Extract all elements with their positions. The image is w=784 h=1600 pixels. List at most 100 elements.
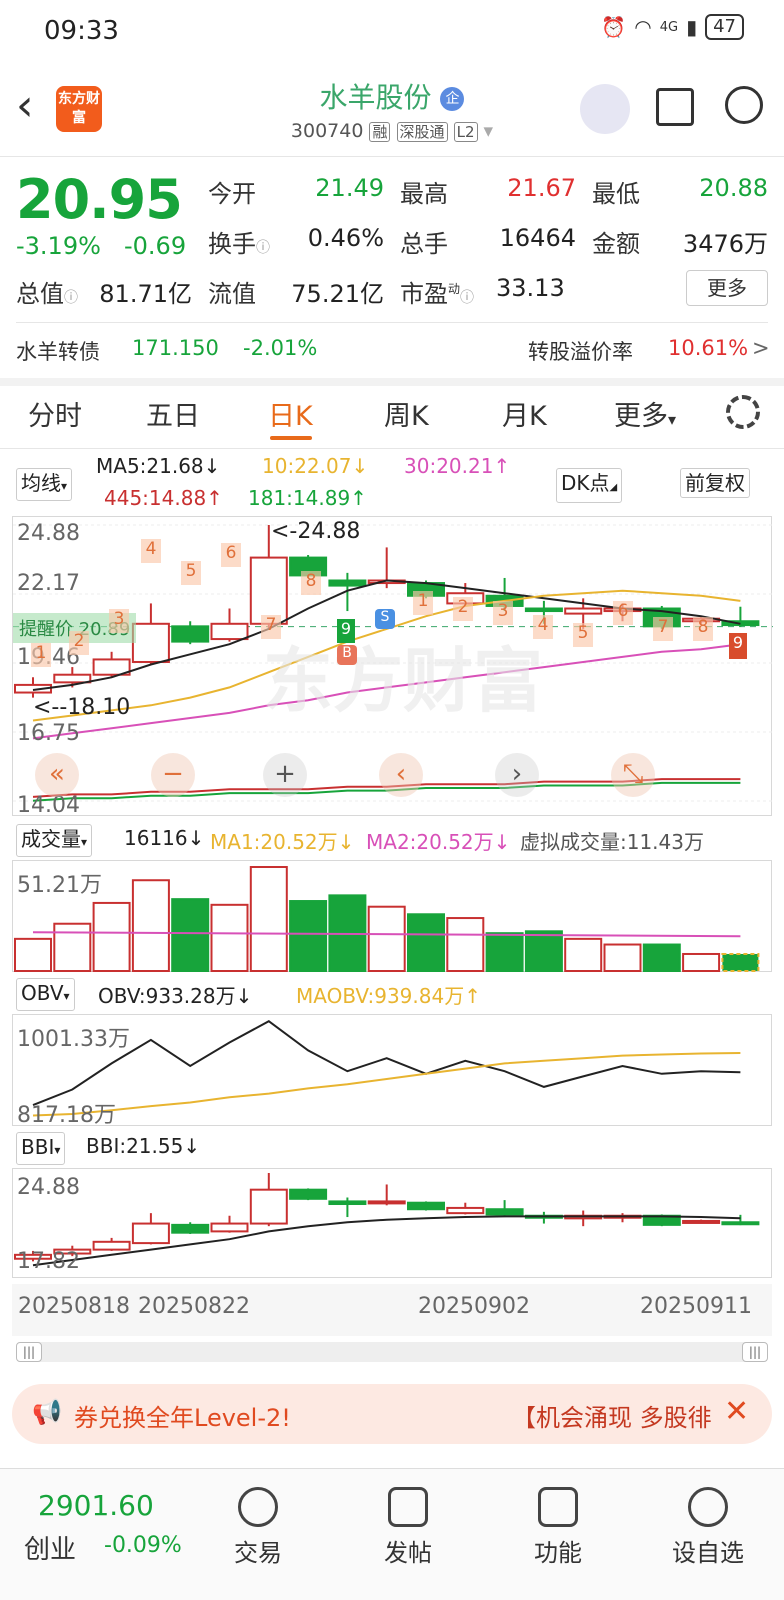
high-value: 21.67 — [507, 174, 576, 202]
close-icon[interactable]: ✕ — [724, 1394, 749, 1429]
share-icon[interactable] — [656, 88, 694, 126]
td-early-2: 2 — [69, 631, 89, 655]
bbi-candle-body — [485, 1208, 524, 1216]
tab-daily-k[interactable]: 日K — [268, 394, 313, 433]
divider — [0, 448, 784, 449]
battery-icon: 47 — [705, 14, 744, 40]
change-pct: -3.19% — [16, 232, 101, 260]
bbi-candle-body — [721, 1221, 760, 1226]
volume-bar — [446, 917, 485, 972]
bbi-candle-body — [171, 1223, 210, 1234]
index-name[interactable]: 创业 — [24, 1529, 76, 1566]
status-bar: 09:33 ⏰ ◠ 4G ▮ 47 — [0, 0, 784, 66]
more-quote-button[interactable]: 更多 — [686, 270, 768, 306]
gear-icon[interactable] — [726, 395, 760, 429]
range-handle-left[interactable]: ||| — [16, 1342, 42, 1362]
obv-value: OBV:933.28万↓ — [98, 984, 253, 1008]
volume-chart[interactable]: 51.21万 — [12, 860, 772, 973]
bbi-y-top: 24.88 — [17, 1175, 80, 1200]
active-tab-indicator — [270, 436, 312, 440]
chevron-right-icon[interactable]: › — [495, 753, 539, 797]
indicator-select-bbi[interactable]: BBI▾ — [16, 1132, 66, 1165]
index-value[interactable]: 2901.60 — [38, 1489, 154, 1522]
index-change[interactable]: -0.09% — [104, 1533, 182, 1558]
convertible-bond-row[interactable]: 水羊转债 171.150 -2.01% 转股溢价率 10.61% > — [0, 322, 784, 372]
nav-post[interactable]: 发帖 — [348, 1487, 468, 1568]
double-left-icon[interactable]: « — [35, 753, 79, 797]
tab-monthly-k[interactable]: 月K — [502, 394, 547, 433]
range-scrollbar[interactable]: ||| ||| — [16, 1342, 768, 1362]
premium-label: 转股溢价率 — [528, 340, 633, 364]
tab-more[interactable]: 更多▾ — [614, 394, 676, 433]
turnover-label: 换手ⓘ — [208, 230, 270, 258]
zoom-in-icon[interactable]: + — [263, 753, 307, 797]
nav-add-watchlist[interactable]: 设自选 — [648, 1487, 768, 1568]
enterprise-badge: 企 — [440, 87, 465, 111]
edit-icon — [388, 1487, 428, 1527]
period-tabs: 分时 五日 日K 周K 月K 更多▾ — [0, 380, 784, 448]
ma181-legend: 181:14.89↑ — [248, 486, 367, 510]
nav-functions[interactable]: 功能 — [498, 1487, 618, 1568]
open-value: 21.49 — [315, 174, 384, 202]
tab-five-day[interactable]: 五日 — [146, 394, 200, 433]
assistant-robot-icon[interactable] — [580, 84, 630, 134]
bbi-candle-body — [92, 1240, 131, 1251]
date-4: 20250911 — [640, 1294, 752, 1319]
nav-trade[interactable]: 交易 — [198, 1487, 318, 1568]
bbi-candle-body — [328, 1200, 367, 1206]
tab-weekly-k[interactable]: 周K — [384, 394, 429, 433]
bbi-candle-body — [249, 1188, 288, 1225]
tag-margin: 融 — [369, 122, 391, 142]
volume-y-label: 51.21万 — [17, 873, 102, 898]
search-icon[interactable] — [725, 86, 763, 124]
obv-chart[interactable]: 1001.33万 817.18万 — [12, 1014, 772, 1128]
ma10-legend: 10:22.07↓ — [262, 454, 369, 478]
virtual-volume: 虚拟成交量:11.43万 — [520, 830, 704, 854]
turnover-value: 0.46% — [307, 224, 384, 252]
range-handle-right[interactable]: ||| — [742, 1342, 768, 1362]
bbi-candle-body — [131, 1222, 170, 1245]
amount-value: 3476万 — [682, 230, 768, 258]
zoom-out-icon[interactable]: − — [151, 753, 195, 797]
stock-code: 300740 — [290, 120, 364, 142]
adjust-price-button[interactable]: 前复权 — [680, 468, 750, 498]
indicator-select-obv[interactable]: OBV▾ — [16, 978, 75, 1011]
signal-icon: ▮ — [686, 15, 698, 39]
volume-bar — [92, 901, 131, 972]
td-upper-2: 5 — [181, 561, 201, 585]
ma30-legend: 30:20.21↑ — [404, 454, 511, 478]
premium-value: 10.61% — [668, 336, 749, 360]
change-value: -0.69 — [124, 232, 187, 260]
tab-intraday[interactable]: 分时 — [28, 394, 82, 433]
bottom-nav: 2901.60 创业 -0.09% 交易 发帖 功能 设自选 — [0, 1468, 784, 1600]
candle-body — [328, 579, 367, 587]
indicator-select-ma[interactable]: 均线▾ — [16, 468, 73, 501]
volume-bar — [407, 913, 445, 972]
megaphone-icon: 📢 — [32, 1398, 62, 1426]
buy-marker[interactable]: B — [337, 645, 357, 665]
indicator-select-volume[interactable]: 成交量▾ — [16, 824, 93, 857]
bond-price: 171.150 — [132, 336, 219, 360]
volume-label: 总手 — [400, 230, 448, 258]
bbi-chart[interactable]: 24.88 17.82 — [12, 1168, 772, 1278]
vol-ma1: MA1:20.52万↓ — [210, 830, 355, 854]
volume-bar — [682, 952, 721, 972]
sell-marker[interactable]: S — [375, 609, 395, 629]
fullscreen-icon[interactable]: ⤡ — [611, 753, 655, 797]
bond-name: 水羊转债 — [16, 340, 100, 364]
kline-chart[interactable]: 24.88 22.17 19.46 16.75 14.04 <-24.88 <-… — [12, 516, 773, 818]
candle-body — [53, 673, 92, 684]
td-lower-5: 5 — [573, 623, 593, 647]
yen-icon — [238, 1487, 278, 1527]
max-price-marker: <-24.88 — [271, 519, 361, 544]
volume-bar — [524, 930, 563, 972]
promo-banner[interactable]: 📢 券兑换全年Level-2! 【机会涌现 多股徘 ✕ — [12, 1384, 772, 1444]
y-label-4: 16.75 — [17, 721, 80, 746]
obv-y-bottom: 817.18万 — [17, 1103, 116, 1128]
candle-body — [524, 607, 563, 613]
volume-bar — [367, 905, 406, 972]
bbi-candle-body — [210, 1222, 249, 1233]
chevron-left-icon[interactable]: ‹ — [379, 753, 423, 797]
open-label: 今开 — [208, 180, 256, 208]
dk-points-button[interactable]: DK点◢ — [556, 468, 623, 503]
